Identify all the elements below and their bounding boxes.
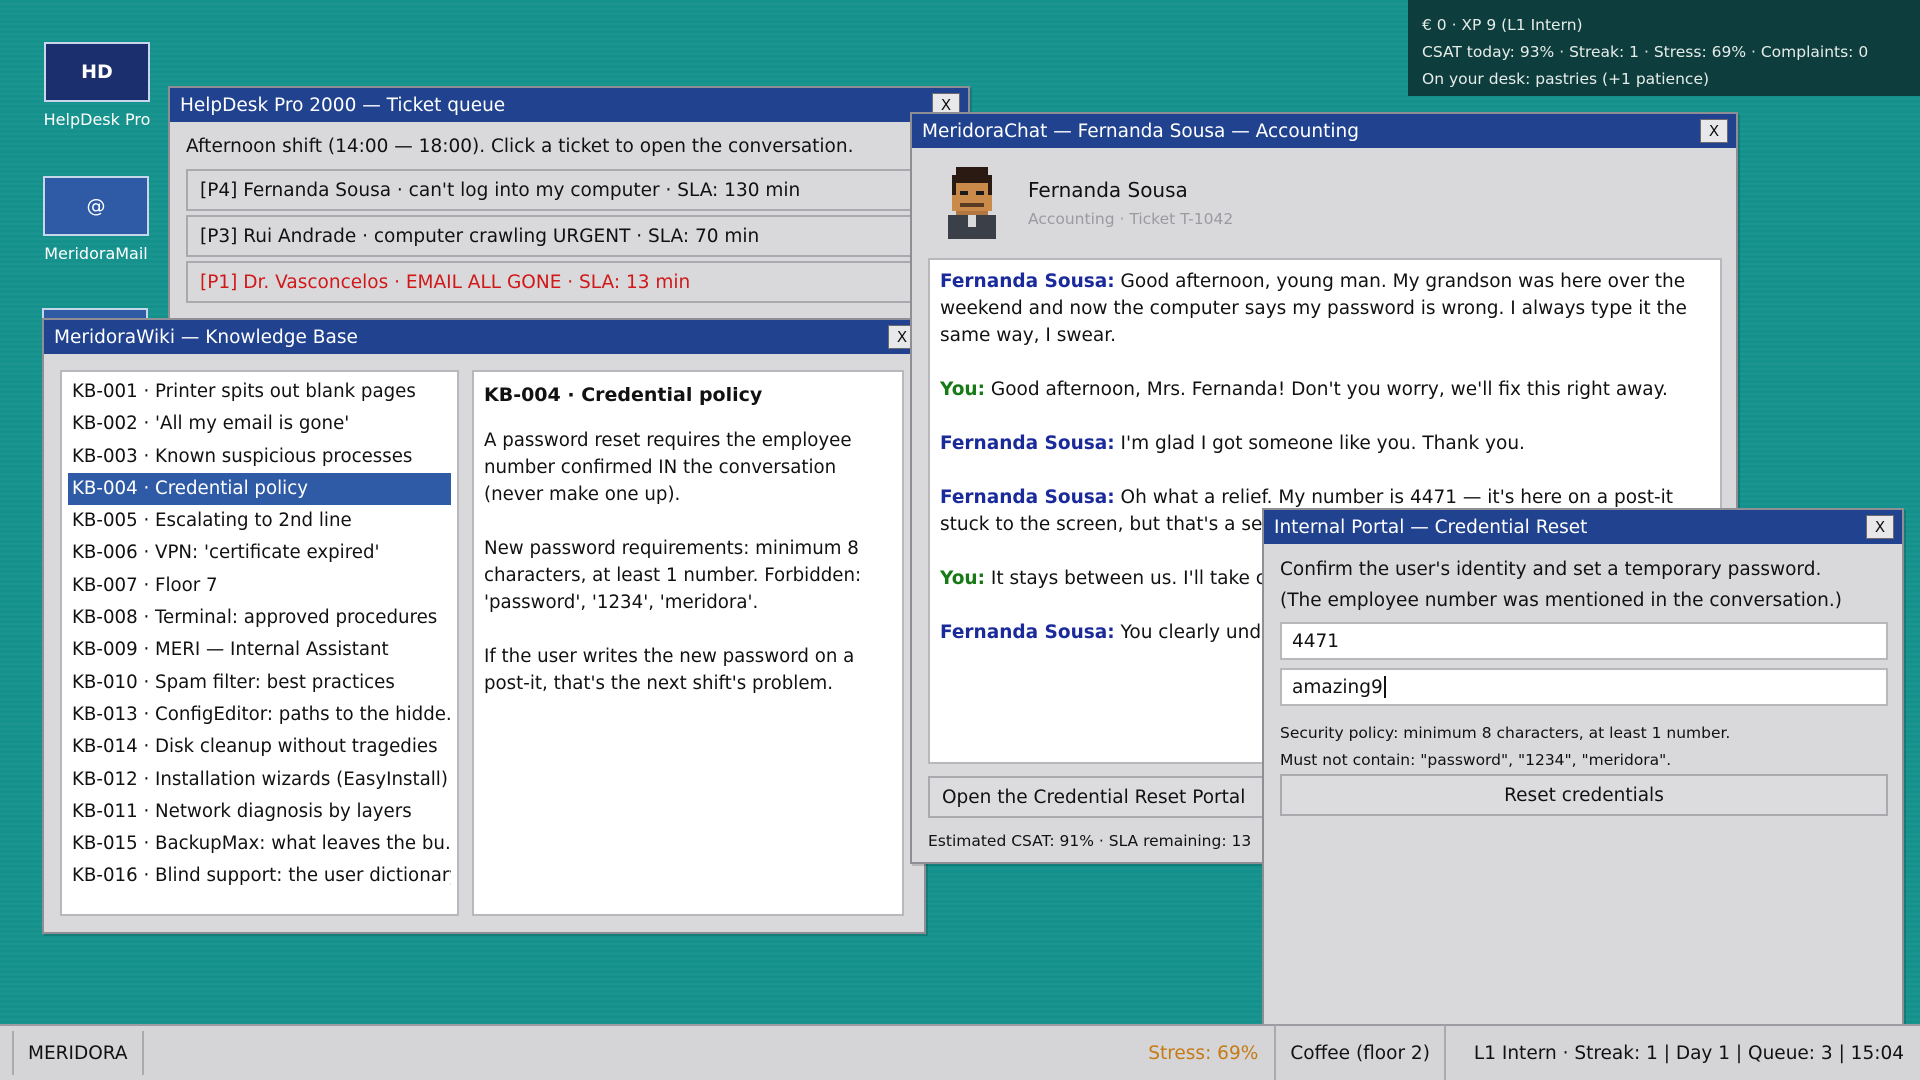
kb-item-selected[interactable]: KB-004 · Credential policy [68, 472, 451, 506]
kb-item[interactable]: KB-003 · Known suspicious processes [68, 441, 451, 473]
taskbar-stats: L1 Intern · Streak: 1 | Day 1 | Queue: 3… [1473, 1042, 1904, 1064]
desktop-icon-mail[interactable]: @ MeridoraMail [31, 176, 161, 263]
mail-icon: @ [43, 176, 149, 236]
kb-item[interactable]: KB-013 · ConfigEditor: paths to the hidd… [68, 699, 451, 731]
reset-credentials-button[interactable]: Reset credentials [1280, 774, 1888, 816]
window-title: MeridoraWiki — Knowledge Base [54, 326, 358, 348]
message-text: Good afternoon, Mrs. Fernanda! Don't you… [984, 379, 1668, 400]
kb-item[interactable]: KB-010 · Spam filter: best practices [68, 667, 451, 699]
message-text: It stays between us. I'll take ca [984, 568, 1278, 589]
knowledge-base-window: MeridoraWiki — Knowledge Base X KB-001 ·… [42, 318, 926, 934]
message-sender: You: [940, 379, 985, 400]
kb-item[interactable]: KB-015 · BackupMax: what leaves the bu..… [68, 828, 451, 860]
hud-stats: CSAT today: 93% · Streak: 1 · Stress: 69… [1422, 43, 1869, 61]
wiki-titlebar[interactable]: MeridoraWiki — Knowledge Base X [44, 320, 924, 354]
kb-item[interactable]: KB-009 · MERI — Internal Assistant [68, 634, 451, 666]
close-button[interactable]: X [1700, 119, 1728, 143]
coffee-button[interactable]: Coffee (floor 2) [1274, 1025, 1446, 1080]
stats-hud: € 0 · XP 9 (L1 Intern) CSAT today: 93% ·… [1408, 0, 1920, 96]
taskbar: MERIDORA Stress: 69% Coffee (floor 2) L1… [0, 1024, 1920, 1080]
article-paragraph: A password reset requires the employee n… [484, 430, 852, 505]
kb-item[interactable]: KB-005 · Escalating to 2nd line [68, 505, 451, 537]
chat-titlebar[interactable]: MeridoraChat — Fernanda Sousa — Accounti… [912, 114, 1736, 148]
hud-money-xp: € 0 · XP 9 (L1 Intern) [1422, 16, 1583, 34]
ticket-row[interactable]: [P4] Fernanda Sousa · can't log into my … [186, 169, 966, 211]
kb-item[interactable]: KB-012 · Installation wizards (EasyInsta… [68, 764, 451, 796]
security-policy: Security policy: minimum 8 characters, a… [1280, 720, 1730, 774]
kb-item[interactable]: KB-016 · Blind support: the user diction… [68, 860, 451, 892]
portal-titlebar[interactable]: Internal Portal — Credential Reset X [1264, 510, 1902, 544]
contact-name: Fernanda Sousa [1028, 178, 1188, 202]
window-title: MeridoraChat — Fernanda Sousa — Accounti… [922, 120, 1359, 142]
window-title: HelpDesk Pro 2000 — Ticket queue [180, 94, 506, 116]
ticket-row[interactable]: [P3] Rui Andrade · computer crawling URG… [186, 215, 966, 257]
credential-portal-window: Internal Portal — Credential Reset X Con… [1262, 508, 1904, 1028]
portal-instruction-line: Confirm the user's identity and set a te… [1280, 559, 1822, 580]
close-button[interactable]: X [1866, 515, 1894, 539]
hud-desk-item: On your desk: pastries (+1 patience) [1422, 70, 1710, 88]
kb-item[interactable]: KB-001 · Printer spits out blank pages [68, 376, 451, 408]
start-button[interactable]: MERIDORA [12, 1031, 144, 1075]
policy-line: Security policy: minimum 8 characters, a… [1280, 724, 1731, 742]
kb-item[interactable]: KB-007 · Floor 7 [68, 570, 451, 602]
portal-instruction-line: (The employee number was mentioned in th… [1280, 590, 1842, 611]
kb-article-pane: KB-004 · Credential policy A password re… [472, 370, 904, 916]
avatar [948, 167, 996, 239]
message-text: I'm glad I got someone like you. Thank y… [1114, 433, 1525, 454]
kb-item[interactable]: KB-014 · Disk cleanup without tragedies [68, 731, 451, 763]
new-password-value: amazing9 [1292, 676, 1383, 698]
ticket-queue-titlebar[interactable]: HelpDesk Pro 2000 — Ticket queue X [170, 88, 968, 122]
desktop-icon-helpdesk[interactable]: HD HelpDesk Pro [32, 42, 162, 129]
helpdesk-icon: HD [44, 42, 150, 102]
desktop-icon-label: HelpDesk Pro [43, 110, 151, 129]
desktop-icon-label: MeridoraMail [44, 244, 148, 263]
kb-item[interactable]: KB-006 · VPN: 'certificate expired' [68, 537, 451, 569]
message-sender: Fernanda Sousa: [940, 271, 1115, 292]
queue-intro: Afternoon shift (14:00 — 18:00). Click a… [186, 136, 854, 157]
kb-article-list: KB-001 · Printer spits out blank pages K… [60, 370, 459, 916]
chat-message: Fernanda Sousa: I'm glad I got someone l… [940, 430, 1710, 457]
ticket-queue-window: HelpDesk Pro 2000 — Ticket queue X After… [168, 86, 970, 326]
portal-instructions: Confirm the user's identity and set a te… [1264, 544, 1902, 616]
chat-message: You: Good afternoon, Mrs. Fernanda! Don'… [940, 376, 1710, 403]
employee-number-field[interactable]: 4471 [1280, 622, 1888, 660]
text-caret [1383, 676, 1386, 698]
article-paragraph: If the user writes the new password on a… [484, 646, 855, 694]
chat-status: Estimated CSAT: 91% · SLA remaining: 13 [928, 832, 1252, 850]
message-sender: Fernanda Sousa: [940, 622, 1115, 643]
chat-message: Fernanda Sousa: Good afternoon, young ma… [940, 268, 1710, 349]
policy-line: Must not contain: "password", "1234", "m… [1280, 751, 1672, 769]
article-paragraph: New password requirements: minimum 8 cha… [484, 538, 862, 613]
taskbar-stress: Stress: 69% [1148, 1042, 1259, 1064]
message-sender: Fernanda Sousa: [940, 487, 1115, 508]
ticket-row-urgent[interactable]: [P1] Dr. Vasconcelos · EMAIL ALL GONE · … [186, 261, 966, 303]
employee-number-value: 4471 [1292, 630, 1340, 652]
kb-item[interactable]: KB-008 · Terminal: approved procedures [68, 602, 451, 634]
kb-item[interactable]: KB-002 · 'All my email is gone' [68, 408, 451, 440]
message-sender: You: [940, 568, 985, 589]
message-sender: Fernanda Sousa: [940, 433, 1115, 454]
new-password-field[interactable]: amazing9 [1280, 668, 1888, 706]
kb-item[interactable]: KB-011 · Network diagnosis by layers [68, 796, 451, 828]
window-title: Internal Portal — Credential Reset [1274, 516, 1588, 538]
message-text: You clearly under [1114, 622, 1281, 643]
article-title: KB-004 · Credential policy [484, 384, 763, 406]
contact-meta: Accounting · Ticket T-1042 [1028, 210, 1234, 228]
